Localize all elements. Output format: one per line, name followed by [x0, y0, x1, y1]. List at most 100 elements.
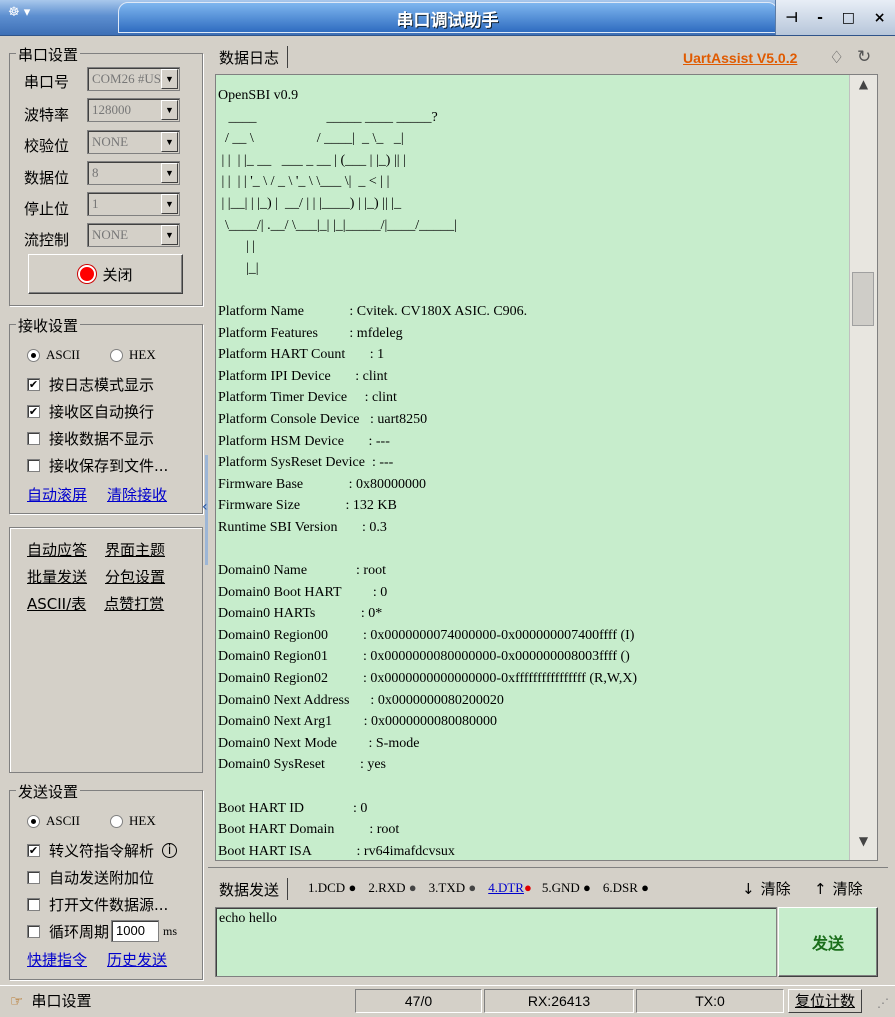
refresh-icon[interactable]: ↻	[857, 47, 871, 67]
log-tab[interactable]: 数据日志	[219, 46, 289, 68]
baud-label: 波特率	[24, 106, 70, 124]
theme-link[interactable]: 界面主题	[105, 539, 165, 560]
close-port-label: 关闭	[102, 265, 133, 284]
radio-selected-icon	[27, 348, 40, 362]
receive-log[interactable]: OpenSBI v0.9 ____ _____ ____ _____? / __…	[215, 74, 878, 861]
resize-grip-icon[interactable]: ⋰	[877, 996, 889, 1010]
ascii-table-link[interactable]: ASCII/表	[27, 593, 86, 614]
tools-row-2: 批量发送 分包设置	[27, 566, 165, 587]
tools-panel	[9, 527, 203, 773]
donate-link[interactable]: 点赞打赏	[104, 593, 164, 614]
databits-select[interactable]: 8 ▼	[87, 161, 180, 185]
scroll-down-icon[interactable]: ▼	[850, 834, 877, 858]
radio-icon	[110, 814, 123, 828]
escape-checkbox[interactable]: ✔ 转义符指令解析 i	[27, 840, 178, 861]
flow-select[interactable]: NONE ▼	[87, 223, 180, 247]
autowrap-label: 接收区自动换行	[49, 403, 155, 421]
baud-select[interactable]: 128000 ▼	[87, 98, 180, 122]
chevron-down-icon[interactable]: ▼	[161, 163, 178, 183]
nodisplay-label: 接收数据不显示	[49, 430, 155, 448]
baud-value: 128000	[92, 102, 131, 117]
clear-receive-link[interactable]: 清除接收	[107, 484, 167, 505]
log-mode-checkbox[interactable]: ✔ 按日志模式显示	[27, 374, 154, 395]
shortcut-link[interactable]: 快捷指令	[27, 949, 87, 970]
info-icon[interactable]: i	[162, 843, 178, 858]
log-scrollbar[interactable]: ▲ ▼	[849, 75, 877, 860]
send-ascii-radio[interactable]: ASCII	[27, 813, 80, 829]
packet-settings-link[interactable]: 分包设置	[105, 566, 165, 587]
parity-select[interactable]: NONE ▼	[87, 130, 180, 154]
autowrap-checkbox[interactable]: ✔ 接收区自动换行	[27, 401, 154, 422]
nodisplay-checkbox[interactable]: 接收数据不显示	[27, 428, 154, 449]
send-button[interactable]: 发送	[778, 907, 878, 977]
splitter-handle[interactable]: ‹	[202, 455, 212, 565]
log-mode-label: 按日志模式显示	[49, 376, 155, 394]
download-arrow-icon: ↓	[742, 879, 755, 898]
receive-hex-label: HEX	[129, 347, 156, 362]
file-source-checkbox[interactable]: 打开文件数据源...	[27, 894, 168, 915]
diamond-icon[interactable]: ♢	[829, 48, 844, 68]
send-links-row: 快捷指令 历史发送	[27, 949, 167, 970]
autoscroll-link[interactable]: 自动滚屏	[27, 484, 87, 505]
chevron-down-icon[interactable]: ▼	[161, 132, 178, 152]
clear-send-label: 清除	[760, 880, 791, 898]
chevron-down-icon[interactable]: ▼	[161, 69, 178, 89]
pin-status: 1.DCD ● 2.RXD ● 3.TXD ● 4.DTR ● 5.GND ● …	[308, 880, 649, 896]
scroll-up-icon[interactable]: ▲	[850, 77, 877, 101]
send-tab[interactable]: 数据发送	[219, 878, 289, 900]
pin-dtr[interactable]: 4.DTR	[488, 880, 524, 896]
cycle-input[interactable]: 1000	[111, 920, 160, 942]
pin-icon[interactable]: ⊣	[785, 10, 798, 26]
clear-all-button[interactable]: ↑ 清除	[814, 878, 863, 899]
tools-row-3: ASCII/表 点赞打赏	[27, 593, 164, 614]
window-controls: ⊣ - □ ×	[775, 0, 895, 35]
history-link[interactable]: 历史发送	[107, 949, 167, 970]
savefile-checkbox[interactable]: 接收保存到文件...	[27, 455, 168, 476]
checkbox-icon	[27, 898, 40, 911]
chevron-down-icon[interactable]: ▼	[161, 194, 178, 214]
port-label: 串口号	[24, 73, 70, 91]
send-input[interactable]: echo hello	[215, 907, 777, 977]
chevron-down-icon[interactable]: ▼	[161, 225, 178, 245]
stopbits-select[interactable]: 1 ▼	[87, 192, 180, 216]
pin-txd: 3.TXD ●	[428, 880, 477, 895]
reset-count-button[interactable]: 复位计数	[788, 989, 862, 1013]
send-ascii-label: ASCII	[46, 813, 80, 828]
pin-gnd: 5.GND ●	[541, 880, 591, 895]
tools-row-1: 自动应答 界面主题	[27, 539, 165, 560]
radio-icon	[110, 348, 123, 362]
batch-send-link[interactable]: 批量发送	[27, 566, 87, 587]
flow-label: 流控制	[24, 231, 70, 249]
append-checkbox[interactable]: 自动发送附加位	[27, 867, 154, 888]
close-button[interactable]: ×	[874, 10, 886, 26]
port-select[interactable]: COM26 #US ▼	[87, 67, 180, 91]
maximize-button[interactable]: □	[842, 10, 855, 26]
auto-reply-link[interactable]: 自动应答	[27, 539, 87, 560]
cycle-unit: ms	[163, 923, 178, 938]
pin-dcd: 1.DCD ●	[308, 880, 357, 895]
brand-link[interactable]: UartAssist V5.0.2	[683, 50, 797, 66]
receive-hex-radio[interactable]: HEX	[110, 347, 156, 363]
scroll-thumb[interactable]	[852, 272, 874, 326]
stopbits-label: 停止位	[24, 200, 70, 218]
databits-label: 数据位	[24, 169, 70, 187]
send-tab-label: 数据发送	[219, 880, 280, 899]
rxd-led-icon: ●	[408, 880, 417, 895]
collapse-arrow-icon[interactable]: ‹	[202, 499, 208, 515]
close-port-button[interactable]: 关闭	[28, 254, 183, 294]
checkmark-icon: ✔	[27, 844, 40, 857]
checkbox-icon	[27, 924, 40, 938]
cycle-checkbox[interactable]: 循环周期 1000 ms	[27, 920, 177, 942]
receive-ascii-radio[interactable]: ASCII	[27, 347, 80, 363]
minimize-button[interactable]: -	[817, 10, 823, 26]
links-row: 自动滚屏 清除接收	[27, 484, 167, 505]
checkmark-icon: ✔	[27, 405, 40, 418]
file-source-label: 打开文件数据源...	[49, 896, 169, 914]
clear-send-button[interactable]: ↓ 清除	[742, 878, 791, 899]
pin-dsr: 6.DSR ●	[602, 880, 649, 895]
serial-settings-title: 串口设置	[16, 44, 81, 65]
escape-label: 转义符指令解析	[49, 842, 155, 860]
frame-count: 47/0	[355, 989, 482, 1013]
chevron-down-icon[interactable]: ▼	[161, 100, 178, 120]
send-hex-radio[interactable]: HEX	[110, 813, 156, 829]
